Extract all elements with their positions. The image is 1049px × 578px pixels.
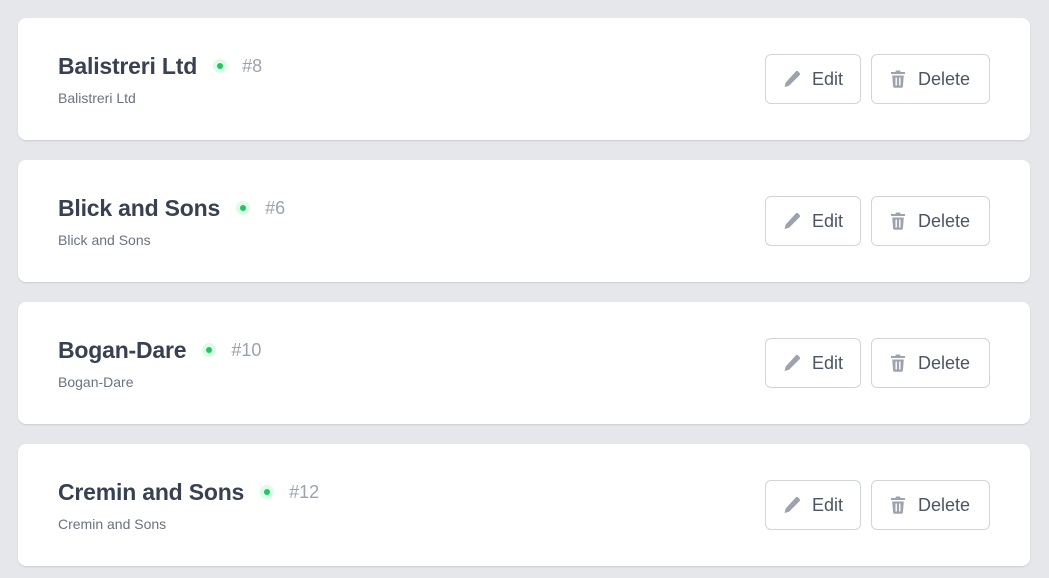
company-title-row: Blick and Sons #6 xyxy=(58,194,285,222)
company-id: #6 xyxy=(265,197,286,218)
company-id: #8 xyxy=(242,55,263,76)
company-name: Blick and Sons xyxy=(58,194,221,221)
company-name: Bogan-Dare xyxy=(58,336,187,363)
company-name: Balistreri Ltd xyxy=(58,52,198,79)
company-card: Blick and Sons #6 Blick and Sons Edit De… xyxy=(18,160,1030,282)
company-title-row: Cremin and Sons #12 xyxy=(58,478,319,506)
edit-button-label: Edit xyxy=(812,494,844,515)
pencil-icon xyxy=(782,69,802,89)
edit-button[interactable]: Edit xyxy=(765,196,861,246)
edit-button[interactable]: Edit xyxy=(765,54,861,104)
company-subtitle: Blick and Sons xyxy=(58,232,151,248)
edit-button[interactable]: Edit xyxy=(765,480,861,530)
delete-button[interactable]: Delete xyxy=(871,338,990,388)
company-title-row: Bogan-Dare #10 xyxy=(58,336,261,364)
card-actions: Edit Delete xyxy=(765,338,990,388)
pencil-icon xyxy=(782,495,802,515)
edit-button-label: Edit xyxy=(812,68,844,89)
company-name: Cremin and Sons xyxy=(58,478,245,505)
company-list: Balistreri Ltd #8 Balistreri Ltd Edit De… xyxy=(18,18,1030,566)
company-card: Cremin and Sons #12 Cremin and Sons Edit… xyxy=(18,444,1030,566)
card-actions: Edit Delete xyxy=(765,196,990,246)
company-subtitle: Cremin and Sons xyxy=(58,516,167,532)
status-active-indicator xyxy=(260,485,275,499)
trash-icon xyxy=(888,495,908,515)
edit-button-label: Edit xyxy=(812,352,844,373)
company-card: Balistreri Ltd #8 Balistreri Ltd Edit De… xyxy=(18,18,1030,140)
company-subtitle: Bogan-Dare xyxy=(58,374,134,390)
company-id: #10 xyxy=(231,339,262,360)
delete-button-label: Delete xyxy=(918,352,971,373)
delete-button-label: Delete xyxy=(918,210,971,231)
card-actions: Edit Delete xyxy=(765,54,990,104)
status-active-indicator xyxy=(213,59,228,73)
delete-button-label: Delete xyxy=(918,68,971,89)
status-active-indicator xyxy=(202,343,217,357)
pencil-icon xyxy=(782,211,802,231)
pencil-icon xyxy=(782,353,802,373)
delete-button[interactable]: Delete xyxy=(871,480,990,530)
status-active-indicator xyxy=(236,201,251,215)
delete-button[interactable]: Delete xyxy=(871,54,990,104)
edit-button[interactable]: Edit xyxy=(765,338,861,388)
trash-icon xyxy=(888,353,908,373)
company-title-row: Balistreri Ltd #8 xyxy=(58,52,262,80)
company-card: Bogan-Dare #10 Bogan-Dare Edit Delete xyxy=(18,302,1030,424)
company-id: #12 xyxy=(289,481,320,502)
card-actions: Edit Delete xyxy=(765,480,990,530)
trash-icon xyxy=(888,69,908,89)
delete-button[interactable]: Delete xyxy=(871,196,990,246)
company-subtitle: Balistreri Ltd xyxy=(58,90,136,106)
edit-button-label: Edit xyxy=(812,210,844,231)
delete-button-label: Delete xyxy=(918,494,971,515)
trash-icon xyxy=(888,211,908,231)
